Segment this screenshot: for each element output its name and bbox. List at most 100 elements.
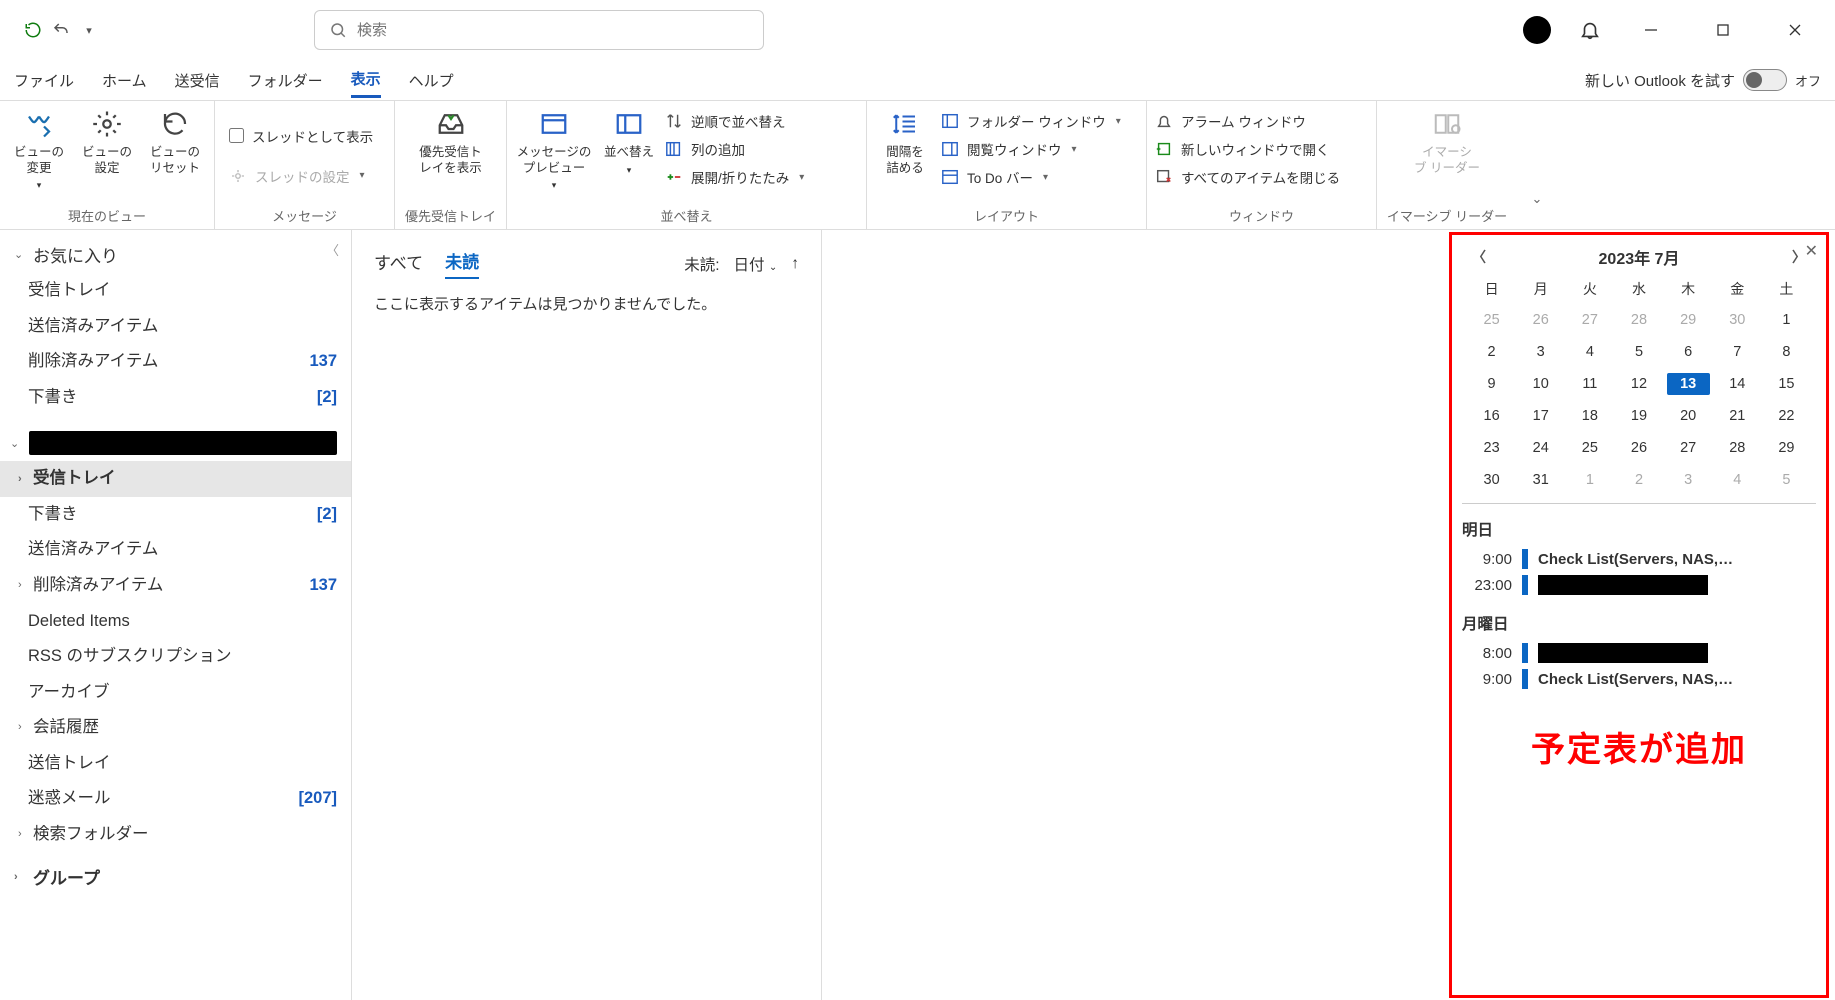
reverse-sort-button[interactable]: 逆順で並べ替え bbox=[665, 111, 804, 131]
todo-bar-button[interactable]: To Do バー bbox=[941, 167, 1121, 187]
folder-item[interactable]: 下書き[2] bbox=[0, 497, 351, 533]
cal-day[interactable]: 4 bbox=[1716, 469, 1759, 491]
folder-item[interactable]: ›削除済みアイテム137 bbox=[0, 568, 351, 604]
folder-item[interactable]: 迷惑メール[207] bbox=[0, 781, 351, 817]
filter-all[interactable]: すべて bbox=[374, 249, 423, 278]
open-new-window-button[interactable]: 新しいウィンドウで開く bbox=[1155, 139, 1340, 159]
minimize-button[interactable] bbox=[1629, 15, 1673, 45]
cal-day[interactable]: 29 bbox=[1667, 309, 1710, 331]
cal-day[interactable]: 1 bbox=[1568, 469, 1611, 491]
folder-item[interactable]: ›会話履歴 bbox=[0, 710, 351, 746]
cal-day[interactable]: 31 bbox=[1519, 469, 1562, 491]
cal-day[interactable]: 9 bbox=[1470, 373, 1513, 395]
ribbon-collapse-button[interactable]: ⌄ bbox=[1517, 101, 1557, 229]
tighter-spacing-button[interactable]: 間隔を 詰める bbox=[875, 107, 935, 176]
sort-direction-icon[interactable]: ↑ bbox=[791, 255, 799, 273]
cal-day[interactable]: 21 bbox=[1716, 405, 1759, 427]
cal-day[interactable]: 10 bbox=[1519, 373, 1562, 395]
cal-day[interactable]: 13 bbox=[1667, 373, 1710, 395]
try-new-outlook-toggle[interactable] bbox=[1743, 69, 1787, 91]
cal-day[interactable]: 14 bbox=[1716, 373, 1759, 395]
sort-by-date[interactable]: 日付 ⌄ bbox=[734, 253, 778, 275]
cal-day[interactable]: 22 bbox=[1765, 405, 1808, 427]
cal-day[interactable]: 25 bbox=[1568, 437, 1611, 459]
cal-day[interactable]: 3 bbox=[1519, 341, 1562, 363]
folder-item[interactable]: Deleted Items bbox=[0, 604, 351, 640]
cal-day[interactable]: 26 bbox=[1617, 437, 1660, 459]
folder-item[interactable]: 送信済みアイテム bbox=[0, 532, 351, 568]
cal-day[interactable]: 17 bbox=[1519, 405, 1562, 427]
agenda-item[interactable]: 23:00 bbox=[1462, 572, 1816, 598]
cal-day[interactable]: 16 bbox=[1470, 405, 1513, 427]
add-columns-button[interactable]: 列の追加 bbox=[665, 139, 804, 159]
cal-day[interactable]: 1 bbox=[1765, 309, 1808, 331]
cal-day[interactable]: 25 bbox=[1470, 309, 1513, 331]
change-view-button[interactable]: ビューの 変更▾ bbox=[8, 107, 70, 192]
fav-item[interactable]: 送信済みアイテム bbox=[0, 309, 351, 345]
undo-icon[interactable] bbox=[52, 21, 70, 39]
agenda-item[interactable]: 9:00Check List(Servers, NAS,… bbox=[1462, 546, 1816, 572]
cal-prev-button[interactable]: 〈 bbox=[1472, 247, 1486, 267]
cal-day[interactable]: 19 bbox=[1617, 405, 1660, 427]
cal-day[interactable]: 20 bbox=[1667, 405, 1710, 427]
collapse-nav-icon[interactable]: 〈 bbox=[326, 240, 339, 259]
favorites-header[interactable]: ⌄お気に入り bbox=[0, 236, 351, 273]
close-button[interactable] bbox=[1773, 15, 1817, 45]
cal-day[interactable]: 30 bbox=[1716, 309, 1759, 331]
cal-day[interactable]: 5 bbox=[1617, 341, 1660, 363]
cal-day[interactable]: 8 bbox=[1765, 341, 1808, 363]
reset-view-button[interactable]: ビューの リセット bbox=[144, 107, 206, 176]
folder-item[interactable]: RSS のサブスクリプション bbox=[0, 639, 351, 675]
thread-settings-button[interactable]: スレッドの設定 bbox=[229, 166, 365, 186]
tab-view[interactable]: 表示 bbox=[351, 62, 381, 98]
cal-day[interactable]: 11 bbox=[1568, 373, 1611, 395]
folder-item[interactable]: アーカイブ bbox=[0, 675, 351, 711]
refresh-icon[interactable] bbox=[24, 21, 42, 39]
fav-item[interactable]: 削除済みアイテム137 bbox=[0, 344, 351, 380]
reading-pane-button[interactable]: 閲覧ウィンドウ bbox=[941, 139, 1121, 159]
message-preview-button[interactable]: メッセージの プレビュー▾ bbox=[515, 107, 593, 192]
folder-item[interactable]: 送信トレイ bbox=[0, 746, 351, 782]
cal-day[interactable]: 26 bbox=[1519, 309, 1562, 331]
cal-day[interactable]: 27 bbox=[1667, 437, 1710, 459]
agenda-item[interactable]: 8:00 bbox=[1462, 640, 1816, 666]
avatar[interactable] bbox=[1523, 16, 1551, 44]
maximize-button[interactable] bbox=[1701, 15, 1745, 45]
cal-day[interactable]: 4 bbox=[1568, 341, 1611, 363]
cal-day[interactable]: 18 bbox=[1568, 405, 1611, 427]
reminders-window-button[interactable]: アラーム ウィンドウ bbox=[1155, 111, 1340, 131]
immersive-reader-button[interactable]: イマーシ ブ リーダー bbox=[1402, 107, 1492, 176]
cal-day[interactable]: 2 bbox=[1470, 341, 1513, 363]
cal-day[interactable]: 5 bbox=[1765, 469, 1808, 491]
account-header[interactable]: ⌄ bbox=[0, 425, 351, 461]
filter-unread[interactable]: 未読 bbox=[445, 248, 479, 279]
folder-item[interactable]: ›受信トレイ bbox=[0, 461, 351, 497]
bell-icon[interactable] bbox=[1579, 19, 1601, 41]
tab-help[interactable]: ヘルプ bbox=[409, 64, 454, 97]
cal-day[interactable]: 27 bbox=[1568, 309, 1611, 331]
fav-item[interactable]: 下書き[2] bbox=[0, 380, 351, 416]
search-bar[interactable] bbox=[314, 10, 764, 50]
tab-file[interactable]: ファイル bbox=[14, 64, 74, 97]
cal-day[interactable]: 7 bbox=[1716, 341, 1759, 363]
tab-folder[interactable]: フォルダー bbox=[248, 64, 323, 97]
expand-collapse-button[interactable]: 展開/折りたたみ bbox=[665, 167, 804, 187]
focused-inbox-button[interactable]: 優先受信ト レイを表示 bbox=[406, 107, 496, 176]
view-settings-button[interactable]: ビューの 設定 bbox=[76, 107, 138, 176]
tab-sendreceive[interactable]: 送受信 bbox=[175, 64, 220, 97]
cal-day[interactable]: 23 bbox=[1470, 437, 1513, 459]
show-as-thread-checkbox[interactable]: スレッドとして表示 bbox=[229, 126, 373, 146]
cal-day[interactable]: 28 bbox=[1716, 437, 1759, 459]
cal-day[interactable]: 28 bbox=[1617, 309, 1660, 331]
sort-button[interactable]: 並べ替え▾ bbox=[599, 107, 659, 176]
cal-day[interactable]: 30 bbox=[1470, 469, 1513, 491]
cal-day[interactable]: 24 bbox=[1519, 437, 1562, 459]
cal-day[interactable]: 12 bbox=[1617, 373, 1660, 395]
cal-day[interactable]: 3 bbox=[1667, 469, 1710, 491]
groups-header[interactable]: ›グループ bbox=[0, 858, 351, 895]
qat-customize-icon[interactable]: ▾ bbox=[80, 21, 98, 39]
cal-day[interactable]: 2 bbox=[1617, 469, 1660, 491]
cal-day[interactable]: 29 bbox=[1765, 437, 1808, 459]
folder-pane-button[interactable]: フォルダー ウィンドウ bbox=[941, 111, 1121, 131]
cal-day[interactable]: 6 bbox=[1667, 341, 1710, 363]
